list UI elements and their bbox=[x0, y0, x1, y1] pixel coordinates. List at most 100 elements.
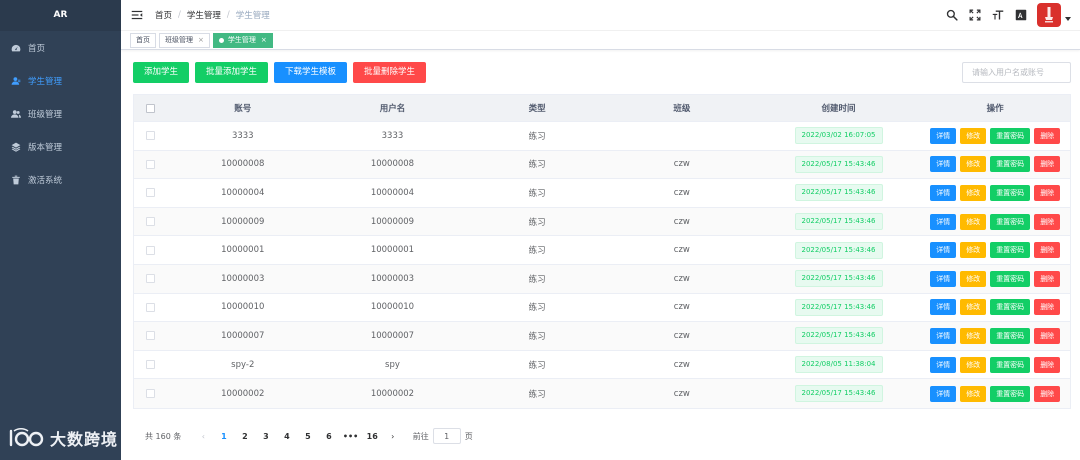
edit-button[interactable]: 修改 bbox=[960, 327, 987, 344]
cell-actions: 详情 修改 重置密码 删除 bbox=[920, 270, 1070, 287]
close-icon[interactable]: × bbox=[261, 34, 267, 47]
detail-button[interactable]: 详情 bbox=[930, 127, 957, 144]
edit-button[interactable]: 修改 bbox=[960, 184, 987, 201]
batch-delete-student-button[interactable]: 批量删除学生 bbox=[353, 62, 427, 83]
sidebar-item-version-management[interactable]: 版本管理 bbox=[0, 130, 121, 163]
pagination-page[interactable]: 2 bbox=[238, 432, 252, 441]
goto-page-input[interactable] bbox=[432, 428, 461, 444]
edit-button[interactable]: 修改 bbox=[960, 242, 987, 259]
detail-button[interactable]: 详情 bbox=[930, 156, 957, 173]
reset-password-button[interactable]: 重置密码 bbox=[990, 242, 1031, 259]
hamburger-icon[interactable] bbox=[131, 9, 143, 21]
pagination: 共 160 条 ‹ 123456 ••• 16 › 前往 页 bbox=[145, 428, 473, 444]
row-checkbox[interactable] bbox=[146, 360, 156, 370]
row-checkbox[interactable] bbox=[146, 188, 156, 198]
delete-button[interactable]: 删除 bbox=[1034, 299, 1061, 316]
pagination-page[interactable]: 16 bbox=[365, 432, 379, 441]
reset-password-button[interactable]: 重置密码 bbox=[990, 270, 1031, 287]
language-icon[interactable] bbox=[1015, 9, 1027, 21]
edit-button[interactable]: 修改 bbox=[960, 385, 987, 402]
pagination-page[interactable]: 3 bbox=[259, 432, 273, 441]
row-checkbox[interactable] bbox=[146, 274, 156, 284]
breadcrumb-home[interactable]: 首页 bbox=[155, 9, 172, 21]
sidebar-item-home[interactable]: 首页 bbox=[0, 31, 121, 64]
edit-button[interactable]: 修改 bbox=[960, 156, 987, 173]
sidebar-item-activate-system[interactable]: 激活系统 bbox=[0, 163, 121, 196]
row-checkbox[interactable] bbox=[146, 159, 156, 169]
search-icon[interactable] bbox=[946, 9, 958, 21]
detail-button[interactable]: 详情 bbox=[930, 242, 957, 259]
detail-button[interactable]: 详情 bbox=[930, 385, 957, 402]
pagination-page[interactable]: 4 bbox=[280, 432, 294, 441]
detail-button[interactable]: 详情 bbox=[930, 184, 957, 201]
sidebar: AR 首页 学生管理 班级管理 版本管理 激活系统 大数跨境 bbox=[0, 0, 121, 460]
detail-button[interactable]: 详情 bbox=[930, 299, 957, 316]
detail-button[interactable]: 详情 bbox=[930, 270, 957, 287]
pagination-more[interactable]: ••• bbox=[343, 432, 358, 441]
delete-button[interactable]: 删除 bbox=[1034, 356, 1061, 373]
pagination-page[interactable]: 5 bbox=[301, 432, 315, 441]
add-student-button[interactable]: 添加学生 bbox=[133, 62, 190, 83]
row-checkbox[interactable] bbox=[146, 217, 156, 227]
edit-button[interactable]: 修改 bbox=[960, 356, 987, 373]
delete-button[interactable]: 删除 bbox=[1034, 127, 1061, 144]
cell-created: 2022/05/17 15:43:46 bbox=[757, 155, 921, 173]
row-checkbox[interactable] bbox=[146, 389, 156, 399]
reset-password-button[interactable]: 重置密码 bbox=[990, 299, 1031, 316]
tag-student-management[interactable]: 学生管理 × bbox=[212, 32, 273, 48]
search-input[interactable] bbox=[962, 62, 1071, 83]
cell-created: 2022/05/17 15:43:46 bbox=[757, 241, 921, 259]
table-row: spy-2 spy 练习 czw 2022/08/05 11:38:04 详情 修改 重置密码… bbox=[134, 351, 1070, 380]
user-avatar[interactable] bbox=[1037, 3, 1061, 27]
edit-button[interactable]: 修改 bbox=[960, 213, 987, 230]
reset-password-button[interactable]: 重置密码 bbox=[990, 213, 1031, 230]
row-checkbox[interactable] bbox=[146, 302, 156, 312]
delete-button[interactable]: 删除 bbox=[1034, 327, 1061, 344]
breadcrumb-student-management[interactable]: 学生管理 bbox=[187, 9, 221, 21]
detail-button[interactable]: 详情 bbox=[930, 356, 957, 373]
pagination-page[interactable]: 1 bbox=[217, 432, 231, 441]
reset-password-button[interactable]: 重置密码 bbox=[990, 156, 1031, 173]
tag-home[interactable]: 首页 bbox=[130, 32, 156, 48]
created-time-tag: 2022/05/17 15:43:46 bbox=[794, 155, 883, 173]
cell-type: 练习 bbox=[528, 160, 546, 171]
font-size-icon[interactable] bbox=[992, 9, 1004, 21]
created-time-tag: 2022/05/17 15:43:46 bbox=[794, 241, 883, 259]
batch-add-student-button[interactable]: 批量添加学生 bbox=[195, 62, 269, 83]
next-page-icon[interactable]: › bbox=[386, 432, 400, 441]
prev-page-icon[interactable]: ‹ bbox=[196, 432, 210, 441]
delete-button[interactable]: 删除 bbox=[1034, 156, 1061, 173]
delete-button[interactable]: 删除 bbox=[1034, 242, 1061, 259]
reset-password-button[interactable]: 重置密码 bbox=[990, 184, 1031, 201]
caret-down-icon[interactable] bbox=[1065, 17, 1071, 21]
sidebar-item-class-management[interactable]: 班级管理 bbox=[0, 97, 121, 130]
pagination-page[interactable]: 6 bbox=[322, 432, 336, 441]
fullscreen-icon[interactable] bbox=[969, 9, 981, 21]
edit-button[interactable]: 修改 bbox=[960, 299, 987, 316]
detail-button[interactable]: 详情 bbox=[930, 213, 957, 230]
delete-button[interactable]: 删除 bbox=[1034, 270, 1061, 287]
detail-button[interactable]: 详情 bbox=[930, 327, 957, 344]
delete-button[interactable]: 删除 bbox=[1034, 184, 1061, 201]
sidebar-item-student-management[interactable]: 学生管理 bbox=[0, 64, 121, 97]
row-checkbox[interactable] bbox=[146, 331, 156, 341]
edit-button[interactable]: 修改 bbox=[960, 127, 987, 144]
tag-class-management[interactable]: 班级管理 × bbox=[159, 32, 210, 48]
reset-password-button[interactable]: 重置密码 bbox=[990, 356, 1031, 373]
cell-actions: 详情 修改 重置密码 删除 bbox=[920, 213, 1070, 230]
download-template-button[interactable]: 下载学生模板 bbox=[274, 62, 348, 83]
edit-button[interactable]: 修改 bbox=[960, 270, 987, 287]
close-icon[interactable]: × bbox=[198, 34, 204, 47]
delete-button[interactable]: 删除 bbox=[1034, 213, 1061, 230]
select-all-checkbox[interactable] bbox=[146, 103, 156, 113]
row-checkbox[interactable] bbox=[146, 245, 156, 255]
row-select-cell bbox=[134, 302, 168, 312]
delete-button[interactable]: 删除 bbox=[1034, 385, 1061, 402]
reset-password-button[interactable]: 重置密码 bbox=[990, 327, 1031, 344]
row-checkbox[interactable] bbox=[146, 131, 156, 141]
cell-account: 10000001 bbox=[221, 245, 265, 256]
cell-type: 练习 bbox=[528, 188, 546, 199]
reset-password-button[interactable]: 重置密码 bbox=[990, 127, 1031, 144]
column-header-username: 用户名 bbox=[379, 104, 406, 114]
reset-password-button[interactable]: 重置密码 bbox=[990, 385, 1031, 402]
